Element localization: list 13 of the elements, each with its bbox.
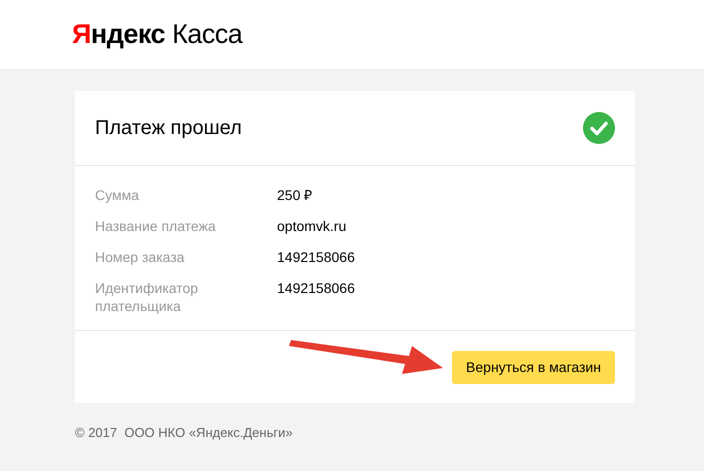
card-title: Платеж прошел: [95, 116, 242, 140]
return-to-shop-button[interactable]: Вернуться в магазин: [452, 350, 615, 384]
detail-label: Название платежа: [95, 217, 217, 235]
detail-value: 250 ₽: [277, 186, 314, 204]
detail-value: optomvk.ru: [277, 217, 348, 235]
detail-value: 1492158066: [277, 248, 356, 266]
detail-label: Сумма: [95, 186, 140, 204]
copyright-text: © 2017 ООО НКО «Яндекс.Деньги»: [75, 425, 294, 440]
detail-label: Идентификатор плательщика: [95, 279, 200, 315]
checkmark-icon: [583, 112, 615, 144]
detail-value: 1492158066: [277, 279, 356, 298]
logo: Яндекс Касса: [72, 19, 242, 50]
detail-label: Номер заказа: [95, 248, 186, 266]
